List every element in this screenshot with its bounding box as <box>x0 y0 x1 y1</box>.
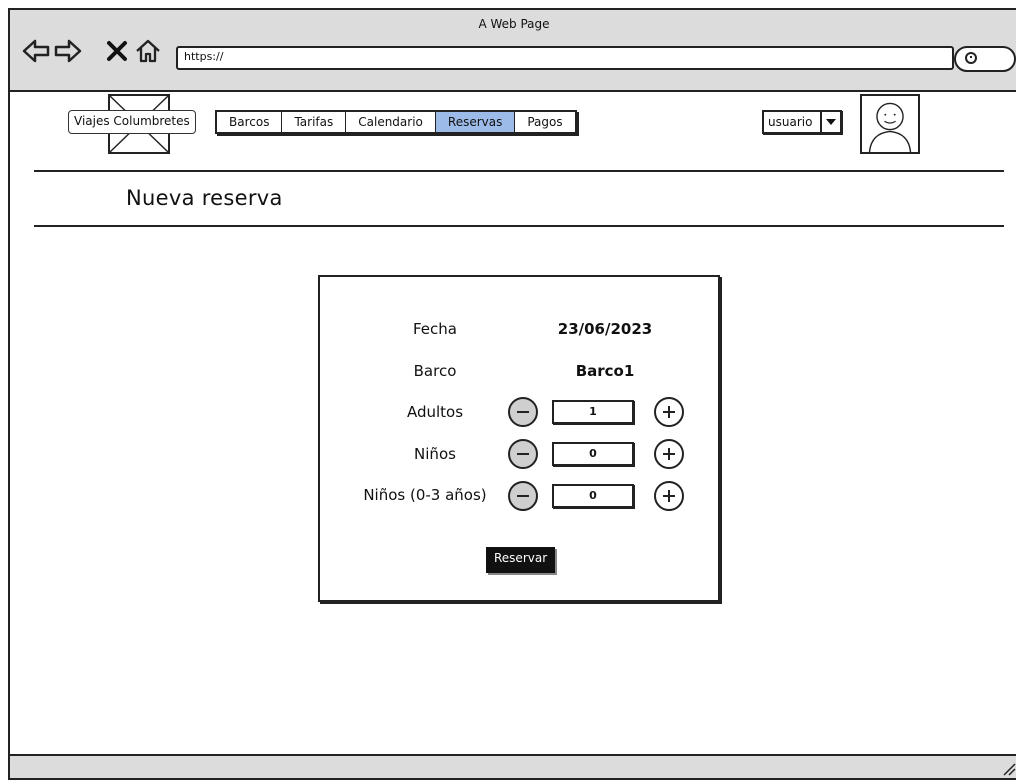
main-tabs: Barcos Tarifas Calendario Reservas Pagos <box>215 110 577 134</box>
chevron-down-icon[interactable] <box>822 112 840 132</box>
tab-pagos[interactable]: Pagos <box>515 112 574 132</box>
ninos-decrement-button[interactable] <box>508 439 538 469</box>
tab-barcos[interactable]: Barcos <box>217 112 283 132</box>
ninos-quantity-field[interactable]: 0 <box>552 442 634 466</box>
plus-icon <box>663 406 675 418</box>
fecha-value: 23/06/2023 <box>557 320 653 338</box>
fecha-label: Fecha <box>413 320 457 338</box>
user-select-value: usuario <box>764 112 822 132</box>
page-title: Nueva reserva <box>126 186 283 210</box>
header-divider <box>34 170 1004 172</box>
back-icon[interactable] <box>22 38 50 64</box>
search-icon <box>965 52 977 64</box>
barco-label: Barco <box>413 362 457 380</box>
adultos-quantity-field[interactable]: 1 <box>552 400 634 424</box>
browser-chrome: A Web Page https:// <box>10 10 1016 92</box>
reservation-form: Fecha 23/06/2023 Barco Barco1 Adultos 1 … <box>318 275 720 602</box>
tab-tarifas[interactable]: Tarifas <box>282 112 347 132</box>
tab-reservas[interactable]: Reservas <box>435 112 516 132</box>
adultos-decrement-button[interactable] <box>508 397 538 427</box>
window-title: A Web Page <box>478 17 550 31</box>
resize-icon[interactable] <box>1002 762 1016 776</box>
adultos-increment-button[interactable] <box>654 397 684 427</box>
avatar-icon <box>868 102 912 153</box>
barco-value: Barco1 <box>575 362 635 380</box>
url-field[interactable]: https:// <box>176 46 954 70</box>
tab-calendario[interactable]: Calendario <box>346 112 436 132</box>
avatar[interactable] <box>860 94 920 154</box>
minus-icon <box>517 495 529 497</box>
bebes-label: Niños (0-3 años) <box>363 486 487 504</box>
minus-icon <box>517 411 529 413</box>
ninos-increment-button[interactable] <box>654 439 684 469</box>
ninos-label: Niños <box>414 445 456 463</box>
minus-icon <box>517 453 529 455</box>
brand-button[interactable]: Viajes Columbretes <box>68 110 196 134</box>
plus-icon <box>663 448 675 460</box>
bebes-quantity-field[interactable]: 0 <box>552 484 634 508</box>
close-icon[interactable] <box>106 38 128 64</box>
bebes-decrement-button[interactable] <box>508 481 538 511</box>
adultos-label: Adultos <box>406 403 464 421</box>
title-divider <box>34 225 1004 227</box>
browser-status-bar <box>10 754 1016 778</box>
bebes-increment-button[interactable] <box>654 481 684 511</box>
search-button[interactable] <box>954 46 1016 72</box>
browser-window: A Web Page https:// Viajes Columbretes B… <box>8 8 1016 780</box>
reservar-button[interactable]: Reservar <box>486 547 556 573</box>
plus-icon <box>663 490 675 502</box>
user-select[interactable]: usuario <box>762 110 842 134</box>
home-icon[interactable] <box>134 38 162 64</box>
forward-icon[interactable] <box>54 38 82 64</box>
